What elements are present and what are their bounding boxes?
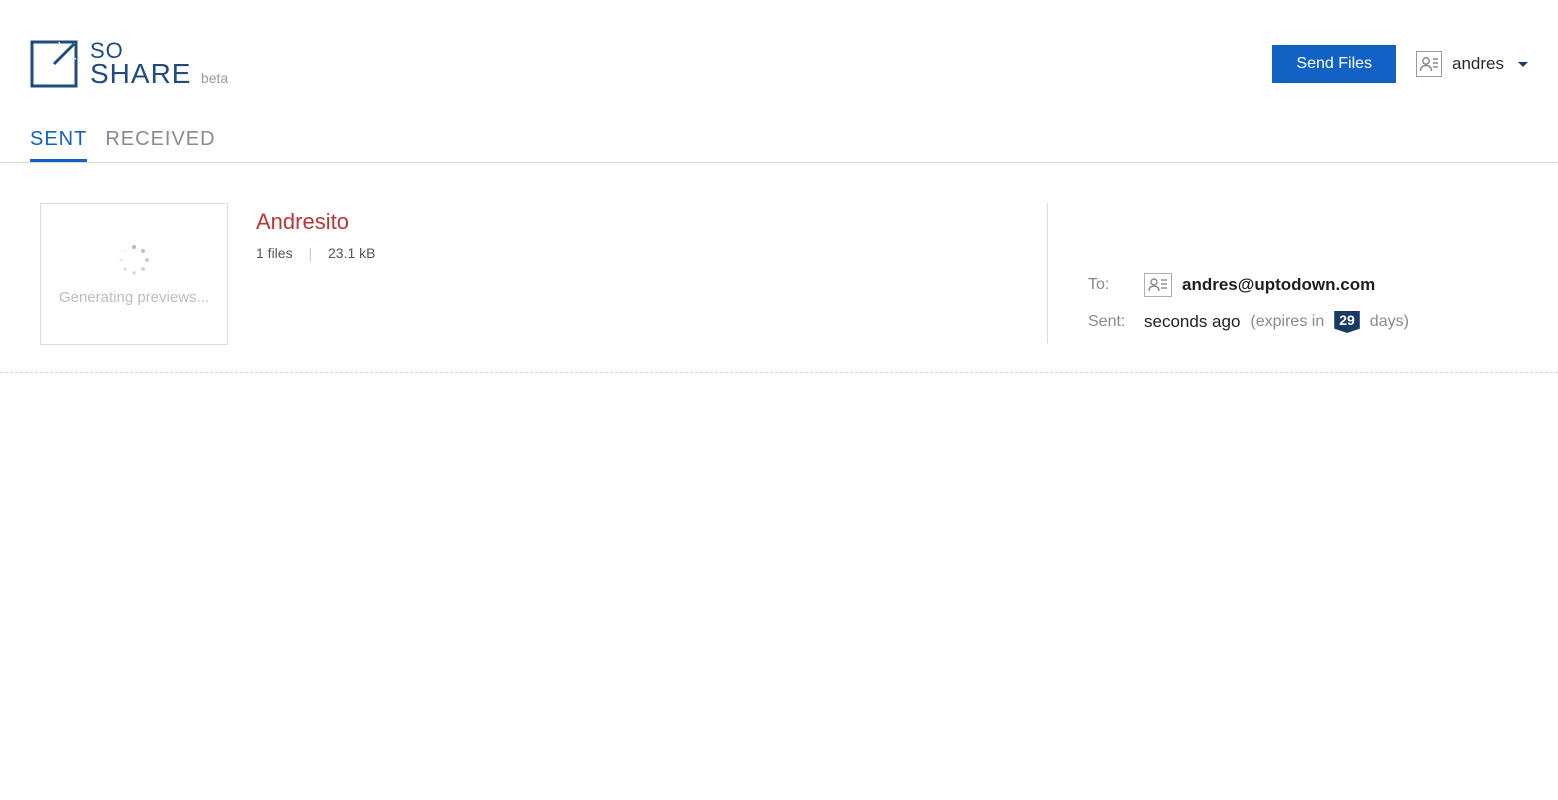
item-files-count: 1 files bbox=[256, 245, 293, 261]
to-label: To: bbox=[1088, 276, 1134, 294]
tabs: SENT RECEIVED bbox=[0, 98, 1558, 163]
meta-separator: | bbox=[308, 245, 312, 261]
username-label: andres bbox=[1452, 54, 1504, 74]
logo-text: SO SHARE beta bbox=[90, 41, 228, 88]
logo[interactable]: SO SHARE beta bbox=[30, 40, 228, 88]
tab-sent[interactable]: SENT bbox=[30, 128, 87, 162]
spinner-icon bbox=[117, 243, 151, 277]
to-email: andres@uptodown.com bbox=[1182, 275, 1375, 295]
expires-badge: 29 bbox=[1334, 311, 1360, 333]
expires-suffix: days) bbox=[1370, 313, 1409, 331]
recipient-icon bbox=[1144, 273, 1172, 297]
item-left: Generating previews... Andresito 1 files… bbox=[40, 203, 1047, 347]
tab-received[interactable]: RECEIVED bbox=[105, 128, 215, 162]
header-right: Send Files andres bbox=[1272, 45, 1528, 83]
logo-line2: SHARE bbox=[90, 58, 191, 89]
item-size: 23.1 kB bbox=[328, 245, 375, 261]
expires-prefix: (expires in bbox=[1250, 313, 1324, 331]
user-menu[interactable]: andres bbox=[1416, 51, 1528, 77]
item-info: Andresito 1 files | 23.1 kB bbox=[256, 203, 375, 347]
sent-row: Sent: seconds ago (expires in 29 days) bbox=[1088, 311, 1528, 333]
preview-thumbnail: Generating previews... bbox=[40, 203, 228, 345]
thumb-status-text: Generating previews... bbox=[59, 289, 209, 306]
send-files-button[interactable]: Send Files bbox=[1272, 45, 1396, 83]
beta-label: beta bbox=[201, 70, 228, 86]
sent-time: seconds ago bbox=[1144, 312, 1240, 332]
item-details: To: andres@uptodown.com Sent: seconds ag… bbox=[1088, 203, 1528, 347]
user-icon bbox=[1416, 51, 1442, 77]
sent-label: Sent: bbox=[1088, 313, 1134, 331]
logo-icon bbox=[30, 40, 78, 88]
header: SO SHARE beta Send Files andres bbox=[0, 0, 1558, 98]
to-row: To: andres@uptodown.com bbox=[1088, 273, 1528, 297]
item-meta: 1 files | 23.1 kB bbox=[256, 245, 375, 261]
vertical-divider bbox=[1047, 203, 1048, 343]
chevron-down-icon bbox=[1518, 62, 1528, 67]
content-row: Generating previews... Andresito 1 files… bbox=[0, 163, 1558, 373]
item-title[interactable]: Andresito bbox=[256, 209, 375, 235]
